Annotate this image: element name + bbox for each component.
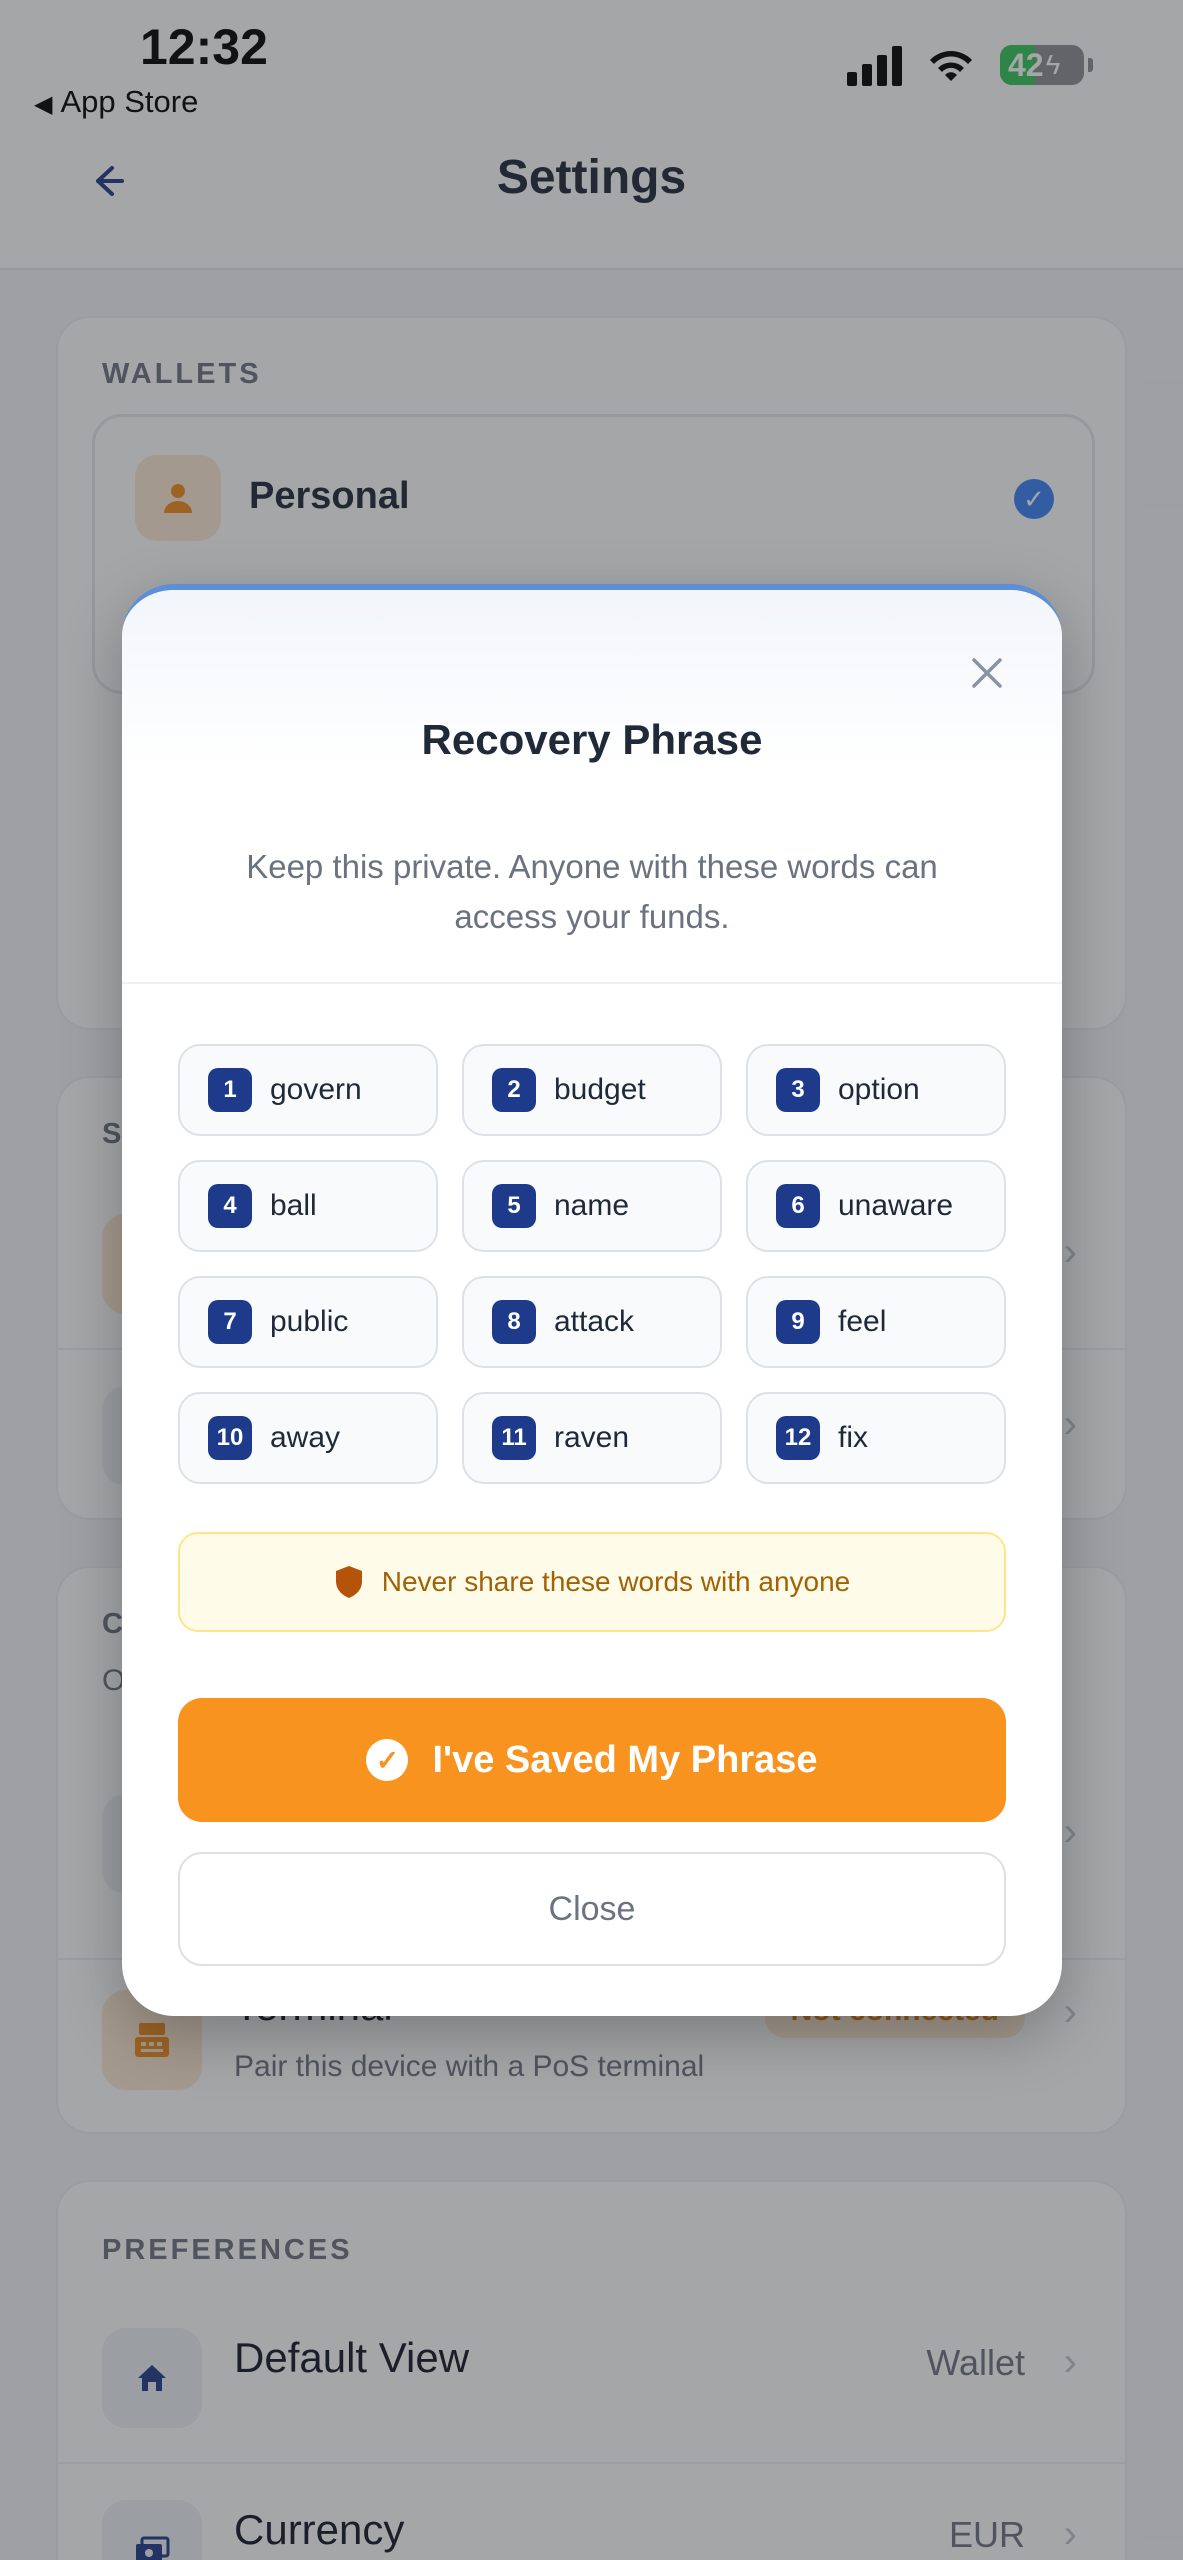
close-button[interactable]: Close (178, 1852, 1006, 1966)
recovery-word: 3 option (746, 1044, 1006, 1136)
warning-text: Never share these words with anyone (381, 1566, 851, 1597)
word-text: ball (270, 1189, 317, 1222)
recovery-word: 7 public (178, 1276, 438, 1368)
recovery-word: 6 unaware (746, 1160, 1006, 1252)
word-number: 12 (776, 1416, 820, 1460)
word-number: 9 (776, 1300, 820, 1344)
recovery-word: 1 govern (178, 1044, 438, 1136)
saved-phrase-button[interactable]: ✓ I've Saved My Phrase (178, 1698, 1006, 1822)
word-text: budget (554, 1073, 646, 1106)
recovery-word-grid: 1 govern 2 budget 3 option 4 ball 5 name 6 una… (178, 1044, 1006, 1484)
word-text: fix (838, 1421, 868, 1454)
word-number: 8 (492, 1300, 536, 1344)
recovery-word: 12 fix (746, 1392, 1006, 1484)
word-text: public (270, 1305, 349, 1338)
modal-description: Keep this private. Anyone with these wor… (246, 848, 938, 935)
recovery-phrase-modal: Recovery Phrase Keep this private. Anyon… (122, 584, 1062, 2016)
recovery-word: 4 ball (178, 1160, 438, 1252)
saved-phrase-label: I've Saved My Phrase (432, 1738, 818, 1781)
recovery-word: 11 raven (462, 1392, 722, 1484)
close-icon[interactable] (964, 650, 1010, 696)
word-number: 4 (208, 1184, 252, 1228)
warning-banner: Never share these words with anyone (178, 1532, 1006, 1632)
recovery-word: 2 budget (462, 1044, 722, 1136)
word-number: 2 (492, 1068, 536, 1112)
word-text: govern (270, 1073, 362, 1106)
word-number: 5 (492, 1184, 536, 1228)
word-text: away (270, 1421, 341, 1454)
word-number: 3 (776, 1068, 820, 1112)
check-circle-icon: ✓ (366, 1739, 409, 1781)
word-text: raven (554, 1421, 630, 1454)
shield-icon (334, 1564, 364, 1600)
word-number: 6 (776, 1184, 820, 1228)
modal-title: Recovery Phrase (421, 716, 763, 763)
recovery-word: 10 away (178, 1392, 438, 1484)
word-text: name (554, 1189, 630, 1222)
modal-header: Recovery Phrase Keep this private. Anyon… (122, 590, 1062, 984)
word-number: 1 (208, 1068, 252, 1112)
recovery-word: 9 feel (746, 1276, 1006, 1368)
word-text: feel (838, 1305, 887, 1338)
word-text: attack (554, 1305, 635, 1338)
recovery-word: 8 attack (462, 1276, 722, 1368)
recovery-word: 5 name (462, 1160, 722, 1252)
word-text: unaware (838, 1189, 954, 1222)
word-text: option (838, 1073, 920, 1106)
word-number: 11 (492, 1416, 536, 1460)
word-number: 7 (208, 1300, 252, 1344)
word-number: 10 (208, 1416, 252, 1460)
